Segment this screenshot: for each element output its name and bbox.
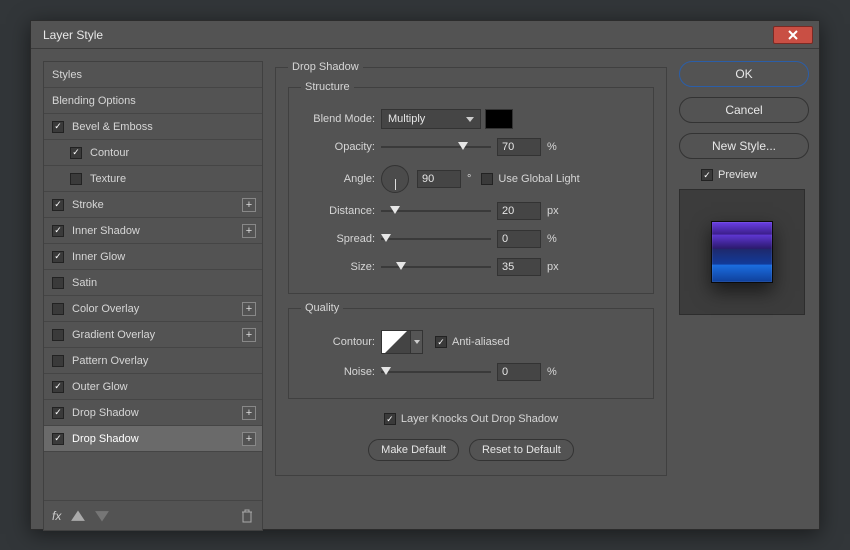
style-item-bevel[interactable]: Bevel & Emboss: [44, 114, 262, 140]
structure-fieldset: Structure Blend Mode: Multiply Opacity: …: [288, 81, 654, 294]
style-item-color-overlay[interactable]: Color Overlay+: [44, 296, 262, 322]
size-slider[interactable]: [381, 260, 491, 274]
size-input[interactable]: 35: [497, 258, 541, 276]
knockout-checkbox[interactable]: [384, 413, 396, 425]
style-item-satin[interactable]: Satin: [44, 270, 262, 296]
style-item-gradient-overlay[interactable]: Gradient Overlay+: [44, 322, 262, 348]
quality-legend: Quality: [301, 302, 343, 314]
new-style-button[interactable]: New Style...: [679, 133, 809, 159]
style-item-contour[interactable]: Contour: [44, 140, 262, 166]
contour-dropdown[interactable]: [411, 330, 423, 354]
checkbox-icon[interactable]: [52, 121, 64, 133]
checkbox-icon[interactable]: [70, 173, 82, 185]
preview-pane: [679, 189, 805, 315]
layer-style-dialog: Layer Style Styles Blending Options Beve…: [30, 20, 820, 530]
size-label: Size:: [301, 261, 381, 273]
trash-icon[interactable]: [240, 509, 254, 523]
style-item-pattern-overlay[interactable]: Pattern Overlay: [44, 348, 262, 374]
add-icon[interactable]: +: [242, 432, 256, 446]
style-item-drop-shadow-1[interactable]: Drop Shadow+: [44, 400, 262, 426]
contour-label: Contour:: [301, 336, 381, 348]
angle-dial[interactable]: [381, 165, 409, 193]
blend-mode-label: Blend Mode:: [301, 113, 381, 125]
spread-input[interactable]: 0: [497, 230, 541, 248]
fx-icon[interactable]: fx: [52, 509, 61, 523]
opacity-input[interactable]: 70: [497, 138, 541, 156]
style-item-inner-glow[interactable]: Inner Glow: [44, 244, 262, 270]
preview-checkbox[interactable]: [701, 169, 713, 181]
add-icon[interactable]: +: [242, 302, 256, 316]
knockout-label: Layer Knocks Out Drop Shadow: [401, 413, 558, 425]
distance-slider[interactable]: [381, 204, 491, 218]
opacity-slider[interactable]: [381, 140, 491, 154]
close-button[interactable]: [773, 26, 813, 44]
structure-legend: Structure: [301, 81, 354, 93]
angle-input[interactable]: 90: [417, 170, 461, 188]
opacity-label: Opacity:: [301, 141, 381, 153]
reset-default-button[interactable]: Reset to Default: [469, 439, 574, 461]
add-icon[interactable]: +: [242, 224, 256, 238]
checkbox-icon[interactable]: [52, 381, 64, 393]
blending-options-item[interactable]: Blending Options: [44, 88, 262, 114]
down-arrow-icon[interactable]: [95, 509, 109, 523]
preview-label: Preview: [718, 169, 757, 181]
quality-fieldset: Quality Contour: Anti-aliased Noise:: [288, 302, 654, 399]
checkbox-icon[interactable]: [52, 355, 64, 367]
distance-label: Distance:: [301, 205, 381, 217]
spread-slider[interactable]: [381, 232, 491, 246]
right-column: OK Cancel New Style... Preview: [679, 61, 809, 315]
antialias-checkbox[interactable]: [435, 336, 447, 348]
checkbox-icon[interactable]: [52, 277, 64, 289]
add-icon[interactable]: +: [242, 328, 256, 342]
antialias-label: Anti-aliased: [452, 336, 509, 348]
styles-footer: fx: [44, 500, 262, 530]
preview-thumbnail: [711, 221, 773, 283]
cancel-button[interactable]: Cancel: [679, 97, 809, 123]
add-icon[interactable]: +: [242, 406, 256, 420]
make-default-button[interactable]: Make Default: [368, 439, 459, 461]
titlebar: Layer Style: [31, 21, 819, 49]
style-item-drop-shadow-2[interactable]: Drop Shadow+: [44, 426, 262, 452]
dialog-title: Layer Style: [43, 28, 773, 42]
checkbox-icon[interactable]: [52, 251, 64, 263]
angle-label: Angle:: [301, 173, 381, 185]
checkbox-icon[interactable]: [52, 199, 64, 211]
style-item-stroke[interactable]: Stroke+: [44, 192, 262, 218]
styles-sidebar: Styles Blending Options Bevel & Emboss C…: [43, 61, 263, 531]
spread-label: Spread:: [301, 233, 381, 245]
noise-slider[interactable]: [381, 365, 491, 379]
checkbox-icon[interactable]: [52, 433, 64, 445]
distance-input[interactable]: 20: [497, 202, 541, 220]
styles-header[interactable]: Styles: [44, 62, 262, 88]
global-light-label: Use Global Light: [498, 173, 579, 185]
checkbox-icon[interactable]: [52, 303, 64, 315]
global-light-checkbox[interactable]: [481, 173, 493, 185]
close-icon: [788, 30, 798, 40]
up-arrow-icon[interactable]: [71, 509, 85, 523]
style-item-texture[interactable]: Texture: [44, 166, 262, 192]
drop-shadow-fieldset: Drop Shadow Structure Blend Mode: Multip…: [275, 61, 667, 476]
blend-mode-select[interactable]: Multiply: [381, 109, 481, 129]
shadow-color-swatch[interactable]: [485, 109, 513, 129]
add-icon[interactable]: +: [242, 198, 256, 212]
style-item-outer-glow[interactable]: Outer Glow: [44, 374, 262, 400]
checkbox-icon[interactable]: [52, 225, 64, 237]
checkbox-icon[interactable]: [52, 329, 64, 341]
checkbox-icon[interactable]: [70, 147, 82, 159]
panel-title: Drop Shadow: [288, 61, 363, 73]
noise-label: Noise:: [301, 366, 381, 378]
settings-panel: Drop Shadow Structure Blend Mode: Multip…: [275, 61, 667, 484]
contour-swatch[interactable]: [381, 330, 411, 354]
style-item-inner-shadow[interactable]: Inner Shadow+: [44, 218, 262, 244]
ok-button[interactable]: OK: [679, 61, 809, 87]
noise-input[interactable]: 0: [497, 363, 541, 381]
checkbox-icon[interactable]: [52, 407, 64, 419]
